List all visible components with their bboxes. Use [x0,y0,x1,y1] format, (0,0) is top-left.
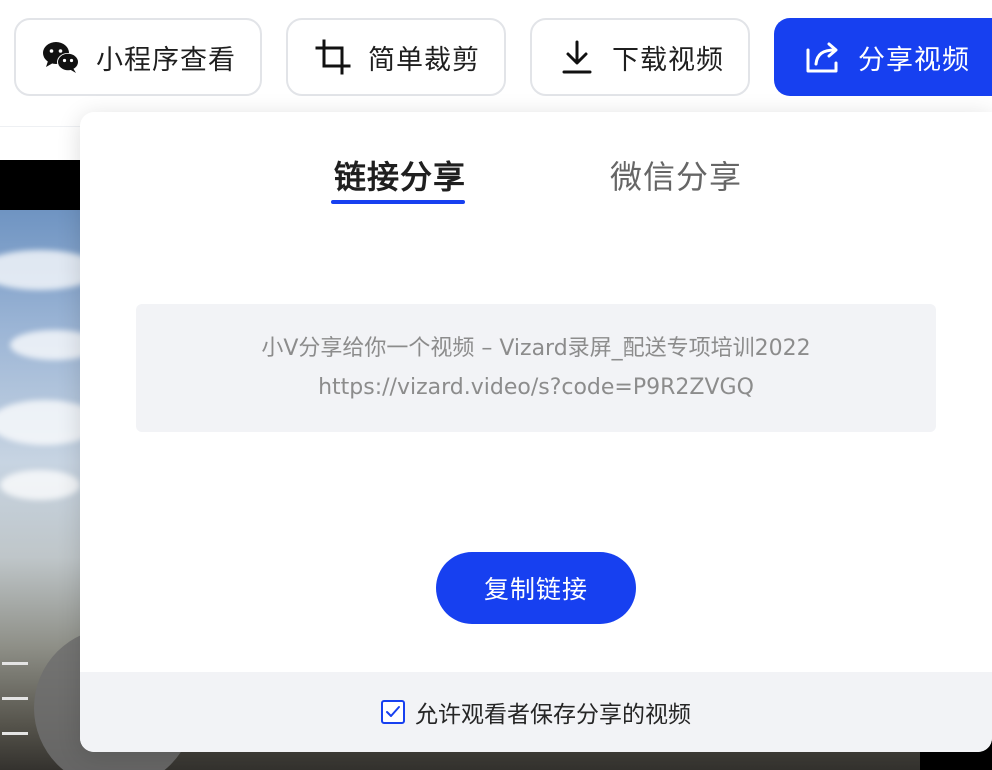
cloud-shape [0,470,80,500]
simple-crop-button[interactable]: 简单裁剪 [286,18,506,96]
download-icon [558,38,596,76]
share-video-button[interactable]: 分享视频 [774,18,992,96]
copy-link-button[interactable]: 复制链接 [436,552,636,624]
allow-save-label[interactable]: 允许观看者保存分享的视频 [415,695,691,729]
share-options-footer: 允许观看者保存分享的视频 [80,672,992,752]
street-light [2,697,28,700]
share-panel: 链接分享 微信分享 小V分享给你一个视频 – Vizard录屏_配送专项培训20… [80,112,992,752]
tab-link-share[interactable]: 链接分享 [334,152,466,204]
mini-program-view-label: 小程序查看 [96,44,236,76]
active-tab-indicator [331,200,465,204]
simple-crop-label: 简单裁剪 [368,44,480,76]
download-video-button[interactable]: 下载视频 [530,18,750,96]
mini-program-view-button[interactable]: 小程序查看 [14,18,262,96]
street-light [2,732,28,735]
street-light [2,662,28,665]
wechat-icon [42,38,80,76]
share-video-label: 分享视频 [858,44,970,76]
allow-save-checkbox[interactable] [381,700,405,724]
tab-wechat-share[interactable]: 微信分享 [610,152,742,204]
crop-icon [314,38,352,76]
share-link-box[interactable]: 小V分享给你一个视频 – Vizard录屏_配送专项培训2022 https:/… [136,304,936,432]
share-link-title: 小V分享给你一个视频 – Vizard录屏_配送专项培训2022 [261,336,811,361]
share-icon [804,38,842,76]
share-link-url: https://vizard.video/s?code=P9R2ZVGQ [318,375,754,400]
toolbar: 小程序查看 简单裁剪 下载视频 分享视频 [0,0,992,127]
download-video-label: 下载视频 [612,44,724,76]
check-icon [386,706,400,717]
